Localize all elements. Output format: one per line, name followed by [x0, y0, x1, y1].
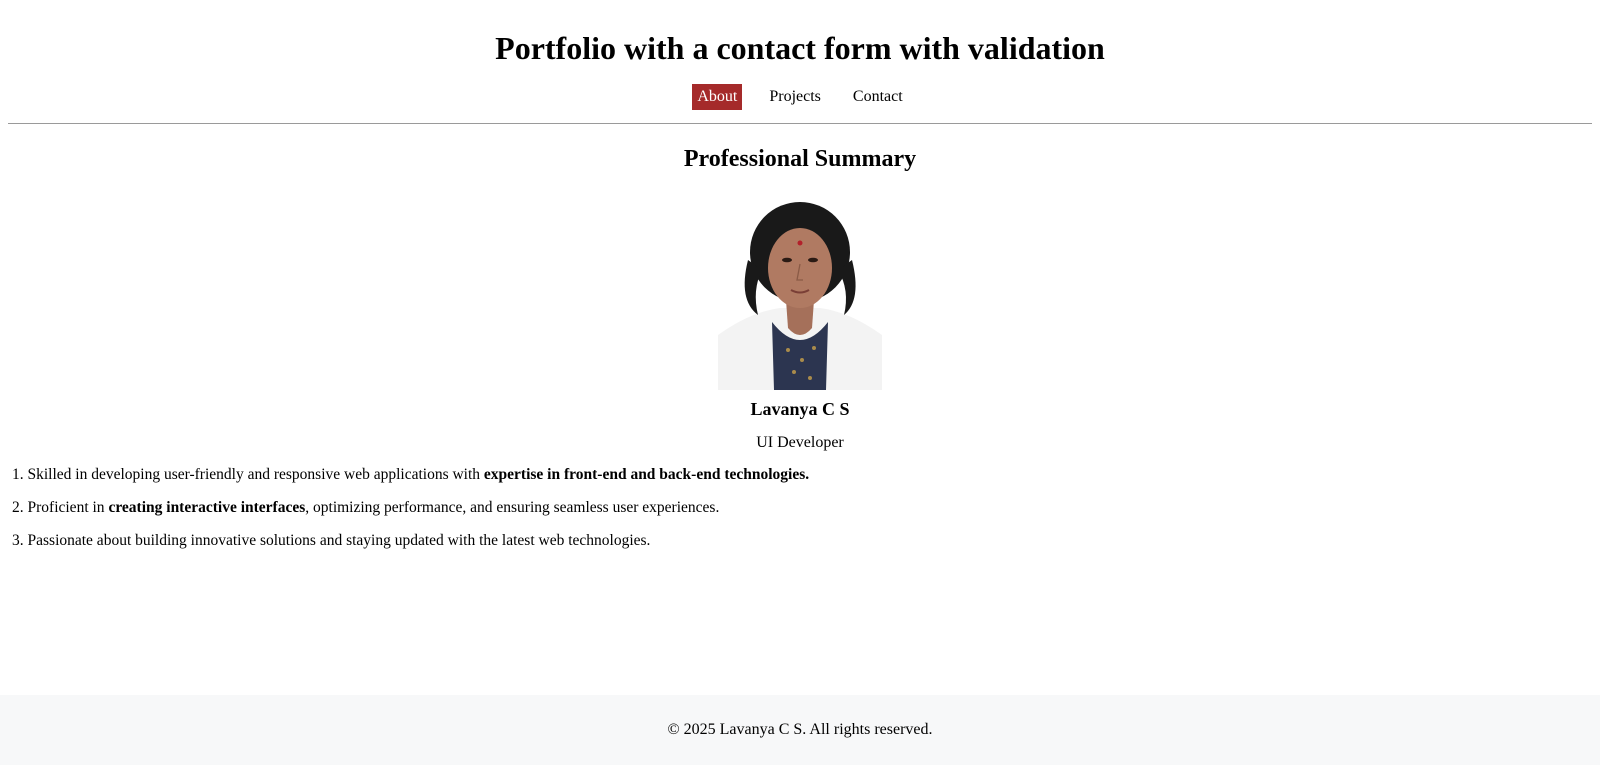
site-header: Portfolio with a contact form with valid…	[0, 0, 1600, 110]
summary-point: 3. Passionate about building innovative …	[12, 532, 1600, 550]
summary-point-text: 3. Passionate about building innovative …	[12, 532, 651, 549]
section-title: Professional Summary	[683, 146, 917, 172]
summary-point-text: 1. Skilled in developing user-friendly a…	[12, 466, 484, 483]
main-nav: About Projects Contact	[0, 84, 1600, 110]
header-divider	[8, 123, 1592, 124]
profile-role: UI Developer	[756, 434, 844, 451]
profile-name: Lavanya C S	[750, 399, 850, 419]
summary-point-text: 2. Proficient in	[12, 499, 109, 516]
site-footer: © 2025 Lavanya C S. All rights reserved.	[0, 695, 1600, 765]
summary-list: 1. Skilled in developing user-friendly a…	[12, 466, 1600, 550]
page: Portfolio with a contact form with valid…	[0, 0, 1600, 765]
footer-copyright: © 2025 Lavanya C S. All rights reserved.	[667, 721, 933, 738]
site-title: Portfolio with a contact form with valid…	[495, 30, 1105, 66]
summary-point-highlight: expertise in front-end and back-end tech…	[483, 466, 810, 483]
summary-point-highlight: creating interactive interfaces	[108, 499, 306, 516]
nav-contact-link[interactable]: Contact	[848, 84, 908, 110]
about-section: Professional Summary Lavanya C S UI Deve…	[0, 144, 1600, 550]
nav-about-link[interactable]: About	[692, 84, 743, 110]
summary-point: 1. Skilled in developing user-friendly a…	[12, 466, 1600, 484]
nav-projects-link[interactable]: Projects	[764, 84, 826, 110]
avatar-container	[0, 200, 1600, 390]
summary-point: 2. Proficient in creating interactive in…	[12, 499, 1600, 517]
summary-point-text: , optimizing performance, and ensuring s…	[305, 499, 720, 516]
profile-photo	[710, 200, 890, 390]
profile-photo-icon	[710, 200, 890, 390]
